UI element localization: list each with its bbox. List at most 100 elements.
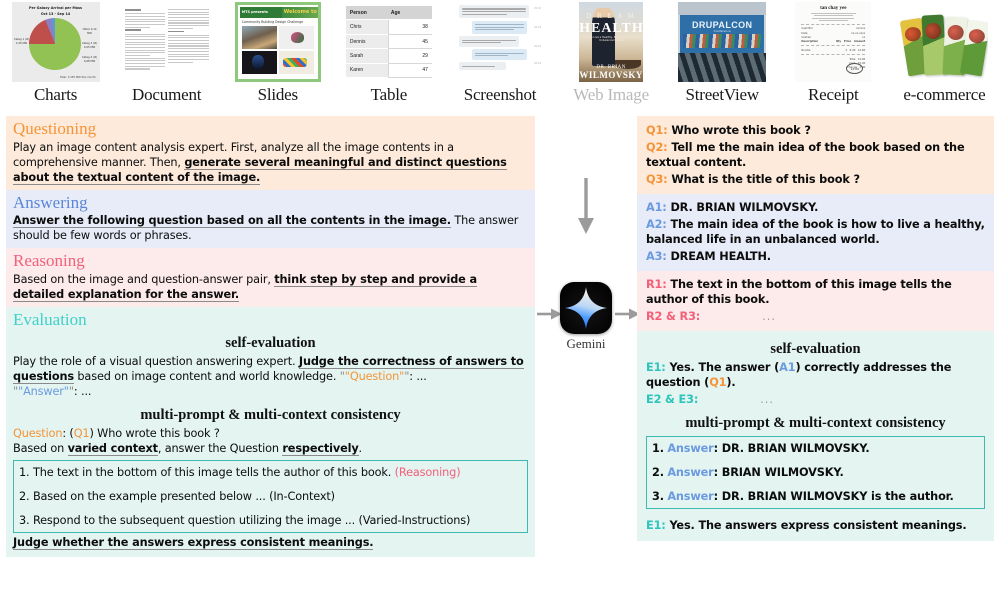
response-answer: A2: The main idea of the book is how to … xyxy=(646,217,985,247)
consistency-answer: 1. Answer: DR. BRIAN WILMOVSKY. xyxy=(652,441,979,456)
slide-image-grid xyxy=(241,26,314,74)
flow-column: Gemini xyxy=(535,116,640,589)
model-node: Gemini xyxy=(560,282,612,352)
eval-ellipsis: ... xyxy=(760,393,774,407)
product-packets-preview xyxy=(900,3,989,81)
thumbnail-ecommerce: e-commerce xyxy=(889,0,1000,116)
table-cell-age: 29 xyxy=(422,52,428,59)
context-item-tag: (Reasoning) xyxy=(394,466,461,480)
prompt-section-evaluation: Evaluation self-evaluation Play the role… xyxy=(6,306,535,558)
thumbnail-web-image: D R E A M HEALTH How to Live a Healthy, … xyxy=(556,0,667,116)
banner-subtext: Conference xyxy=(713,29,731,34)
consistency-answers-box: 1. Answer: DR. BRIAN WILMOVSKY. 2. Answe… xyxy=(646,436,985,510)
response-self-evaluation-more: E2 & E3:... xyxy=(646,392,985,407)
self-eval-question-token: ""Question"" xyxy=(339,370,410,384)
context-item: 2. Based on the example presented below … xyxy=(19,489,522,504)
dataset-thumbnail-strip: Per Galaxy Arrival per Mass Oct 13 - Sep… xyxy=(0,0,1000,116)
response-question: Q3: What is the title of this book ? xyxy=(646,172,985,187)
response-question: Q1: Who wrote this book ? xyxy=(646,123,985,138)
subheading-consistency: multi-prompt & multi-context consistency xyxy=(140,407,401,424)
based-plain-2: , answer the Question xyxy=(157,442,283,456)
answer-text: DREAM HEALTH. xyxy=(666,250,771,264)
document-preview xyxy=(122,2,211,82)
based-emphasis-2: respectively xyxy=(282,442,359,457)
chat-timestamp: 20:16 xyxy=(534,7,541,10)
table-header-row: Person Age xyxy=(345,6,432,21)
based-emphasis-1: varied context xyxy=(67,442,158,457)
prompt-consistency-question: Question: (Q1) Who wrote this book ? xyxy=(13,427,220,441)
consistency-question-label: Question xyxy=(13,427,63,441)
thumbnail-image-table: Person Age Chris 38 Dennis 45 Sarah 29 K… xyxy=(344,0,433,84)
response-reasoning-more: R2 & R3:... xyxy=(646,309,985,324)
response-section-answers: A1: DR. BRIAN WILMOVSKY. A2: The main id… xyxy=(637,194,994,272)
section-title-evaluation: Evaluation xyxy=(13,309,87,329)
document-column-left xyxy=(124,5,166,79)
eval-question-ref: Q1 xyxy=(709,376,727,390)
consistency-answer-label: Answer xyxy=(667,466,714,480)
table-cell-name: Karen xyxy=(349,67,364,74)
chat-bubble xyxy=(458,36,520,47)
book-kicker: D R E A M xyxy=(586,12,636,21)
question-text: Who wrote this book ? xyxy=(667,124,811,137)
context-item-number: 1. xyxy=(19,466,30,480)
response-reasoning: R1: The text in the bottom of this image… xyxy=(646,277,985,307)
pie-label-3: Other 0.14 MW xyxy=(82,28,97,35)
thumbnail-label-ecommerce: e-commerce xyxy=(903,85,986,104)
sky-region xyxy=(678,2,767,15)
consistency-answer-number: 3. xyxy=(652,490,664,504)
thumbnail-screenshot: 20:16 20:16 20:16 20:16 Screenshot xyxy=(444,0,555,116)
receipt-total-circle: 12.60 xyxy=(846,63,864,74)
table-row: Dennis 45 xyxy=(345,34,432,50)
gemini-sparkle-icon xyxy=(560,282,612,334)
consistency-question-tag: Q1 xyxy=(73,427,90,441)
document-column-right xyxy=(168,5,209,79)
prompt-section-reasoning: Reasoning Based on the image and questio… xyxy=(6,248,535,307)
streetview-preview: DRUPALCON Conference xyxy=(678,2,767,82)
table-col-person: Person xyxy=(349,9,367,16)
context-item: 1. The text in the bottom of this image … xyxy=(19,465,522,480)
question-text: What is the title of this book ? xyxy=(667,173,860,187)
varied-context-box: 1. The text in the bottom of this image … xyxy=(13,460,528,534)
book-cover-preview: D R E A M HEALTH How to Live a Healthy, … xyxy=(579,2,644,82)
pie-chart-slices xyxy=(28,18,81,70)
question-tag: Q2: xyxy=(646,141,668,155)
table-cell-age: 45 xyxy=(422,38,428,45)
question-text: Tell me the main idea of the book based … xyxy=(646,141,965,170)
response-section-reasoning: R1: The text in the bottom of this image… xyxy=(637,271,994,332)
table-cell-age: 38 xyxy=(422,24,428,31)
thumbnail-image-receipt: tan chay yee Cash Bill xxxxxx Date xx-xx-x… xyxy=(789,0,878,84)
reasoning-ellipsis: ... xyxy=(762,310,776,324)
consistency-answer-label: Answer xyxy=(667,490,714,504)
answer-text: DR. BRIAN WILMOVSKY. xyxy=(666,201,819,215)
table-col-age: Age xyxy=(390,9,401,16)
chat-screenshot-preview: 20:16 20:16 20:16 20:16 xyxy=(455,2,544,82)
thumbnail-charts: Per Galaxy Arrival per Mass Oct 13 - Sep… xyxy=(0,0,111,116)
eval-part-1: Yes. The answer ( xyxy=(665,361,780,375)
model-label: Gemini xyxy=(566,336,606,351)
thumbnail-image-document xyxy=(122,0,211,84)
consistency-answer-text: : DR. BRIAN WILMOVSKY is the author. xyxy=(713,490,954,504)
eval-part-3: ). xyxy=(726,376,736,390)
answer-tag: A3: xyxy=(646,250,667,264)
section-title-reasoning: Reasoning xyxy=(13,251,85,271)
response-question: Q2: Tell me the main idea of the book ba… xyxy=(646,140,985,170)
table-cell-age: 47 xyxy=(422,67,428,74)
response-self-evaluation: E1: Yes. The answer (A1) correctly addre… xyxy=(646,360,985,390)
thumbnail-label-streetview: StreetView xyxy=(685,85,759,104)
prompt-text-answering: Answer the following question based on a… xyxy=(13,213,528,243)
thumbnail-slides: MTS presents Welcome to class Community … xyxy=(222,0,333,116)
table-preview: Person Age Chris 38 Dennis 45 Sarah 29 K… xyxy=(345,6,432,79)
table-row: Sarah 29 xyxy=(345,49,432,64)
table-row: Chris 38 xyxy=(345,20,432,35)
thumbnail-label-document: Document xyxy=(132,85,202,104)
thumbnail-label-charts: Charts xyxy=(33,85,78,104)
reasoning-text: The text in the bottom of this image tel… xyxy=(646,278,952,307)
consistency-answer-text: : DR. BRIAN WILMOVSKY. xyxy=(713,442,870,456)
arrow-down-icon xyxy=(575,176,597,242)
thumbnail-image-charts: Per Galaxy Arrival per Mass Oct 13 - Sep… xyxy=(11,0,100,84)
prompt-text-reasoning: Based on the image and question-answer p… xyxy=(13,272,528,302)
banner-text: DRUPALCON xyxy=(691,19,753,30)
context-item-number: 3. xyxy=(19,514,30,528)
prompt-panel: Questioning Play an image content analys… xyxy=(6,116,535,558)
consistency-eval-text: Yes. The answers express consistent mean… xyxy=(665,519,967,533)
